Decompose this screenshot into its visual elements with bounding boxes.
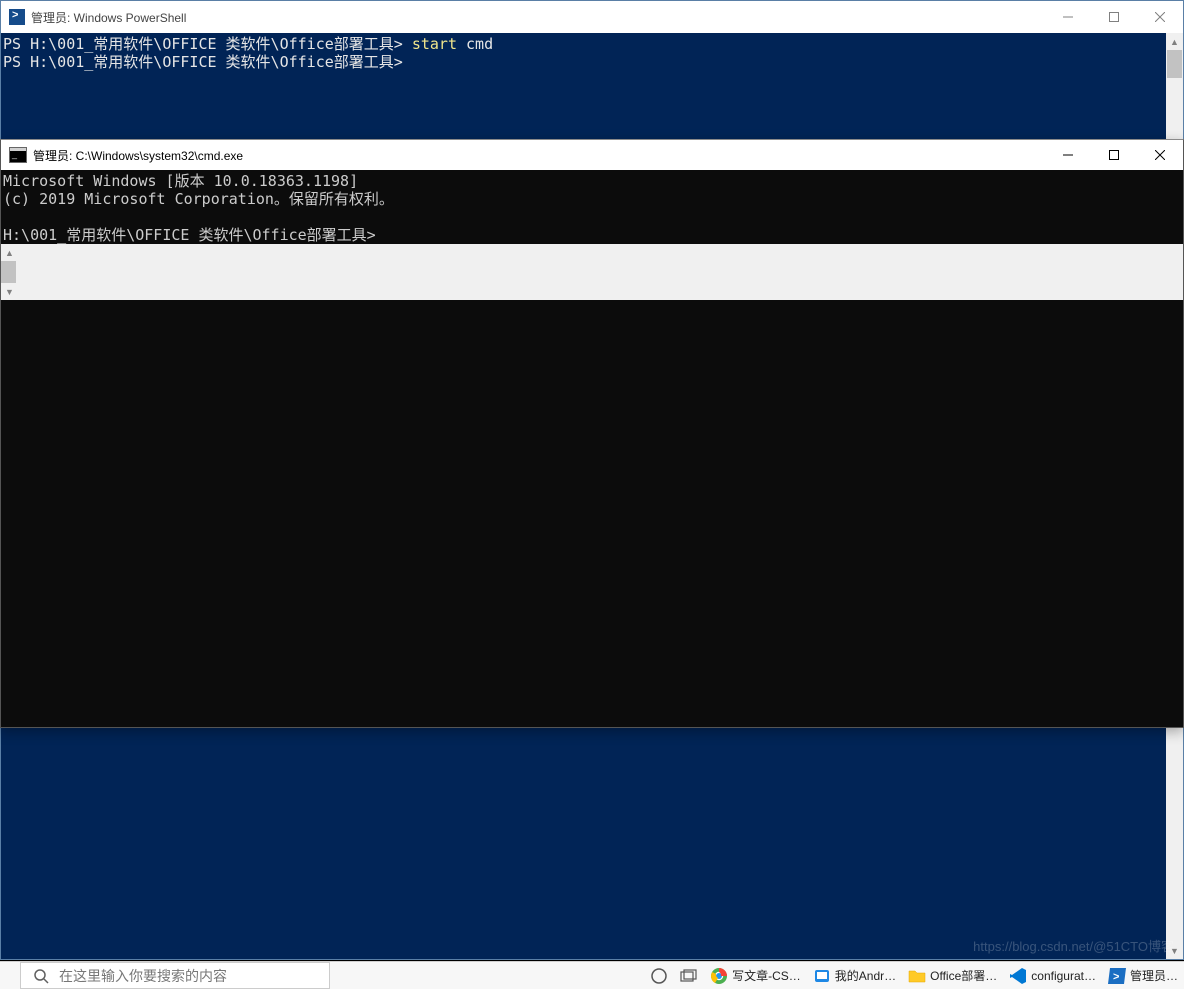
taskbar: 在这里输入你要搜索的内容 (0, 961, 1184, 989)
taskbar-items: 写文章-CS… 我的Andr… Office部署… (644, 962, 1184, 989)
chrome-icon (710, 967, 728, 985)
scroll-down-icon[interactable]: ▼ (1, 283, 18, 300)
folder-icon (908, 967, 926, 985)
task-label: 我的Andr… (835, 967, 896, 984)
task-label: configurat… (1031, 969, 1096, 983)
powershell-title: 管理员: Windows PowerShell (31, 9, 1045, 26)
search-placeholder: 在这里输入你要搜索的内容 (59, 966, 227, 986)
powershell-command-arg: cmd (457, 35, 493, 53)
taskbar-search[interactable]: 在这里输入你要搜索的内容 (20, 962, 330, 989)
vscode-icon (1009, 967, 1027, 985)
scroll-thumb[interactable] (1167, 50, 1182, 78)
taskbar-item-taskview[interactable] (674, 962, 704, 989)
taskbar-item-powershell[interactable]: > 管理员… (1102, 962, 1184, 989)
scroll-up-icon[interactable]: ▲ (1166, 33, 1183, 50)
powershell-output[interactable]: PS H:\001_常用软件\OFFICE 类软件\Office部署工具> st… (1, 33, 1183, 71)
cmd-icon (9, 147, 27, 163)
task-label: Office部署… (930, 967, 997, 984)
search-icon (33, 968, 49, 984)
taskbar-item-circle[interactable] (644, 962, 674, 989)
taskview-icon (680, 967, 698, 985)
android-icon (813, 967, 831, 985)
powershell-taskbar-icon: > (1108, 967, 1126, 985)
cmd-close-button[interactable] (1137, 140, 1183, 170)
cmd-title: 管理员: C:\Windows\system32\cmd.exe (33, 147, 1045, 164)
cmd-window: 管理员: C:\Windows\system32\cmd.exe Microso… (0, 139, 1184, 728)
powershell-minimize-button[interactable] (1045, 1, 1091, 33)
cmd-minimize-button[interactable] (1045, 140, 1091, 170)
powershell-close-button[interactable] (1137, 1, 1183, 33)
cmd-line-2: (c) 2019 Microsoft Corporation。保留所有权利。 (3, 190, 394, 208)
scroll-up-icon[interactable]: ▲ (1, 244, 18, 261)
cmd-window-controls (1045, 140, 1183, 170)
powershell-command: start (412, 35, 457, 53)
taskbar-item-chrome[interactable]: 写文章-CS… (704, 962, 807, 989)
cmd-titlebar[interactable]: 管理员: C:\Windows\system32\cmd.exe (1, 140, 1183, 170)
powershell-maximize-button[interactable] (1091, 1, 1137, 33)
cmd-maximize-button[interactable] (1091, 140, 1137, 170)
cmd-body[interactable]: Microsoft Windows [版本 10.0.18363.1198] (… (1, 170, 1183, 727)
watermark: https://blog.csdn.net/@51CTO博客 (973, 936, 1174, 955)
taskbar-item-vscode[interactable]: configurat… (1003, 962, 1102, 989)
task-label: 写文章-CS… (732, 967, 801, 984)
powershell-icon (9, 9, 25, 25)
cmd-output[interactable]: Microsoft Windows [版本 10.0.18363.1198] (… (1, 170, 1183, 244)
cortana-icon (650, 967, 668, 985)
cmd-scrollbar[interactable]: ▲ ▼ (1, 244, 1183, 300)
powershell-prompt-1: PS H:\001_常用软件\OFFICE 类软件\Office部署工具> (3, 35, 412, 53)
powershell-titlebar[interactable]: 管理员: Windows PowerShell (1, 1, 1183, 33)
taskbar-item-folder[interactable]: Office部署… (902, 962, 1003, 989)
scroll-thumb[interactable] (1, 261, 16, 283)
powershell-prompt-2: PS H:\001_常用软件\OFFICE 类软件\Office部署工具> (3, 53, 403, 71)
powershell-window-controls (1045, 1, 1183, 33)
taskbar-item-android[interactable]: 我的Andr… (807, 962, 902, 989)
task-label: 管理员… (1130, 967, 1178, 984)
svg-text:>: > (1113, 971, 1119, 983)
cmd-prompt: H:\001_常用软件\OFFICE 类软件\Office部署工具> (3, 226, 376, 244)
cmd-line-1: Microsoft Windows [版本 10.0.18363.1198] (3, 172, 358, 190)
